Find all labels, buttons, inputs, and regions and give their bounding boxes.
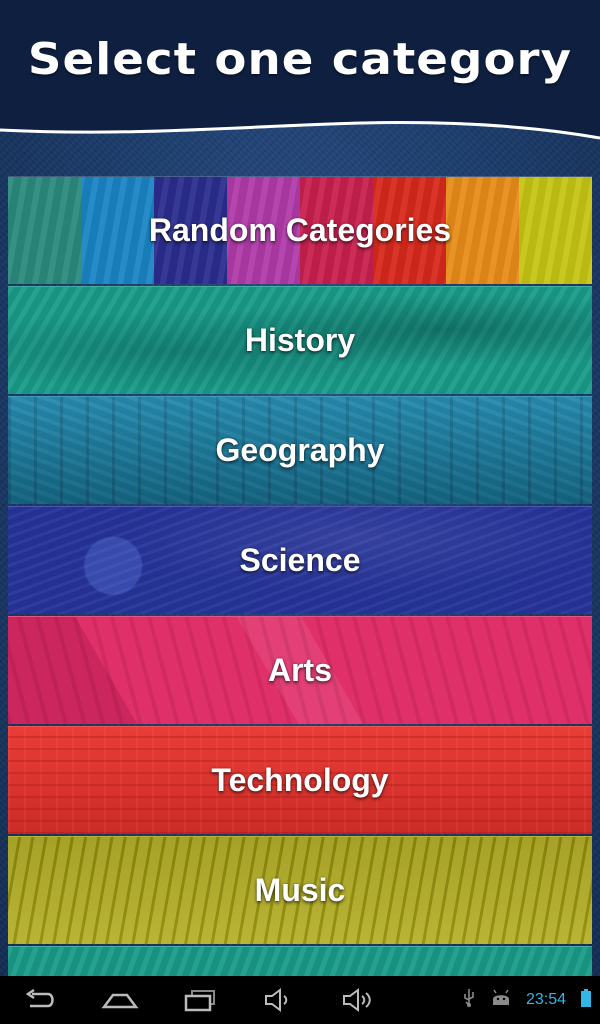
system-navigation-bar: 23:54 bbox=[0, 976, 600, 1024]
category-label: Arts bbox=[267, 652, 332, 688]
category-history[interactable]: History bbox=[8, 286, 592, 394]
back-icon[interactable] bbox=[20, 984, 60, 1016]
category-music[interactable]: Music bbox=[8, 836, 592, 944]
category-geography[interactable]: Geography bbox=[8, 396, 592, 504]
category-label: Random Categories bbox=[148, 212, 452, 248]
category-technology[interactable]: Technology bbox=[8, 726, 592, 834]
category-random[interactable]: Random Categories bbox=[8, 176, 592, 284]
volume-up-icon[interactable] bbox=[338, 984, 378, 1016]
android-debug-icon bbox=[490, 989, 512, 1012]
category-arts[interactable]: Arts bbox=[8, 616, 592, 724]
category-label: Science bbox=[239, 542, 361, 578]
category-label: History bbox=[244, 322, 356, 358]
status-clock: 23:54 bbox=[525, 991, 566, 1008]
category-next-partial[interactable] bbox=[8, 946, 592, 976]
status-area: 23:54 bbox=[462, 976, 592, 1024]
recent-apps-icon[interactable] bbox=[180, 984, 220, 1016]
category-label: Geography bbox=[215, 432, 385, 468]
category-label: Music bbox=[254, 872, 346, 908]
category-list: Random Categories History Geography Scie… bbox=[8, 176, 592, 946]
category-label: Technology bbox=[211, 762, 389, 798]
category-science[interactable]: Science bbox=[8, 506, 592, 614]
home-icon[interactable] bbox=[100, 984, 140, 1016]
usb-icon bbox=[462, 988, 476, 1013]
page-title: Select one category bbox=[27, 34, 573, 85]
app-screen: Select one category Random Categories Hi… bbox=[0, 0, 600, 976]
volume-down-icon[interactable] bbox=[258, 984, 298, 1016]
battery-icon bbox=[580, 988, 592, 1013]
header-banner: Select one category bbox=[0, 0, 600, 150]
